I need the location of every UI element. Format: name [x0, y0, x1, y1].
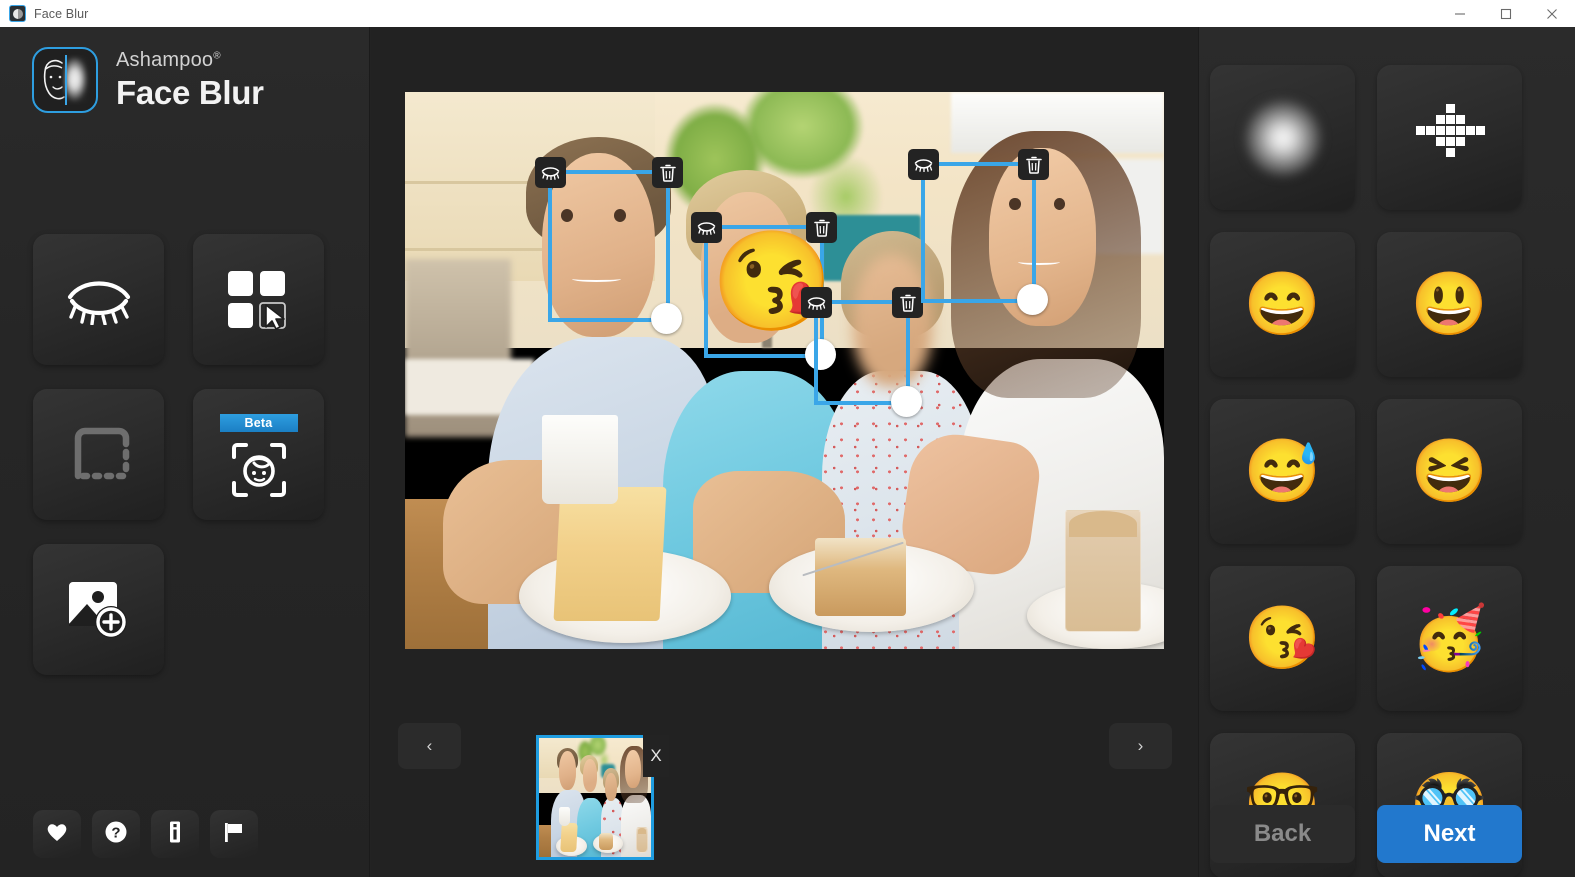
left-sidebar: Ashampoo® Face Blur Beta ? [0, 27, 370, 877]
closed-eye-icon[interactable] [535, 157, 566, 188]
face-box-girl[interactable] [801, 287, 923, 417]
trash-icon[interactable] [892, 287, 923, 318]
brand-company: Ashampoo® [116, 49, 264, 72]
pixelate-effect-icon [1415, 102, 1485, 173]
beta-badge: Beta [219, 414, 298, 432]
partying-face-emoji: 🥳 [1410, 603, 1489, 673]
resize-handle[interactable] [891, 386, 922, 417]
closed-eye-icon[interactable] [801, 287, 832, 318]
close-icon[interactable] [1529, 0, 1575, 27]
image-canvas[interactable]: 😘 [405, 92, 1164, 649]
dashed-rectangle-icon [66, 424, 132, 486]
window-title: Face Blur [34, 6, 89, 21]
effect-sweat-smile[interactable]: 😅 [1210, 399, 1355, 544]
blowing-kiss-emoji: 😘 [1243, 603, 1322, 673]
effect-open-mouth[interactable]: 😃 [1377, 232, 1522, 377]
thumbnail-image [539, 738, 651, 857]
back-button[interactable]: Back [1210, 805, 1355, 863]
effect-blur[interactable] [1210, 65, 1355, 210]
grinning-eyes-emoji: 😄 [1243, 269, 1322, 339]
favorites-button[interactable] [33, 810, 81, 858]
blur-faces-tool[interactable] [33, 234, 164, 365]
maximize-icon[interactable] [1483, 0, 1529, 27]
brand-header: Ashampoo® Face Blur [32, 47, 264, 113]
face-half-blur-logo [32, 47, 98, 113]
trash-icon[interactable] [1018, 149, 1049, 180]
info-icon [165, 821, 185, 848]
question-mark-icon: ? [104, 820, 128, 849]
heart-icon [46, 822, 68, 847]
effect-grin[interactable]: 😄 [1210, 232, 1355, 377]
face-box-woman[interactable] [908, 149, 1049, 315]
registered-mark: ® [213, 49, 221, 61]
brand-company-text: Ashampoo [116, 48, 214, 71]
closed-eye-icon[interactable] [908, 149, 939, 180]
prev-image-button[interactable]: ‹ [398, 723, 461, 769]
application-body: Ashampoo® Face Blur Beta ? 😘 ‹ › X 😄 😃 😅… [0, 27, 1575, 877]
feedback-button[interactable] [210, 810, 258, 858]
wizard-actions: Back Next [1210, 805, 1522, 863]
effects-grid: 😄 😃 😅 😆 😘 🥳 🤓 🥸 [1210, 65, 1562, 877]
trash-icon[interactable] [652, 157, 683, 188]
tool-palette: Beta [33, 234, 333, 699]
add-image-tool[interactable] [33, 544, 164, 675]
grinning-sweat-emoji: 😅 [1243, 436, 1322, 506]
effect-partying[interactable]: 🥳 [1377, 566, 1522, 711]
svg-text:?: ? [111, 824, 120, 841]
blur-effect-icon [1244, 99, 1321, 176]
source-photo [405, 92, 1164, 649]
select-areas-tool[interactable] [193, 234, 324, 365]
auto-detect-tool[interactable]: Beta [193, 389, 324, 520]
workspace: 😘 ‹ › X [371, 27, 1198, 877]
closed-eye-icon [66, 275, 132, 325]
resize-handle[interactable] [1017, 284, 1048, 315]
brand-product: Face Blur [116, 73, 264, 111]
next-button[interactable]: Next [1377, 805, 1522, 863]
minimize-icon[interactable] [1437, 0, 1483, 27]
app-icon [9, 5, 26, 22]
help-button[interactable]: ? [92, 810, 140, 858]
add-image-icon [65, 578, 133, 642]
title-bar: Face Blur [0, 0, 1575, 27]
effects-panel: 😄 😃 😅 😆 😘 🥳 🤓 🥸 [1198, 27, 1575, 877]
squinting-laugh-emoji: 😆 [1410, 436, 1489, 506]
thumbnail-close-button[interactable]: X [643, 735, 669, 777]
resize-handle[interactable] [651, 303, 682, 334]
effect-kiss-heart[interactable]: 😘 [1210, 566, 1355, 711]
face-emoji-boy: 😘 [711, 232, 833, 332]
effect-squint-laugh[interactable]: 😆 [1377, 399, 1522, 544]
window-controls [1437, 0, 1575, 27]
grinning-big-eyes-emoji: 😃 [1410, 269, 1489, 339]
thumbnail-item[interactable] [536, 735, 654, 860]
next-image-button[interactable]: › [1109, 723, 1172, 769]
flag-icon [223, 821, 245, 848]
free-shape-tool[interactable] [33, 389, 164, 520]
face-box-man[interactable] [535, 157, 683, 334]
sidebar-footer: ? [33, 810, 258, 858]
effect-pixelate[interactable] [1377, 65, 1522, 210]
info-button[interactable] [151, 810, 199, 858]
grid-select-cursor-icon [226, 269, 292, 331]
